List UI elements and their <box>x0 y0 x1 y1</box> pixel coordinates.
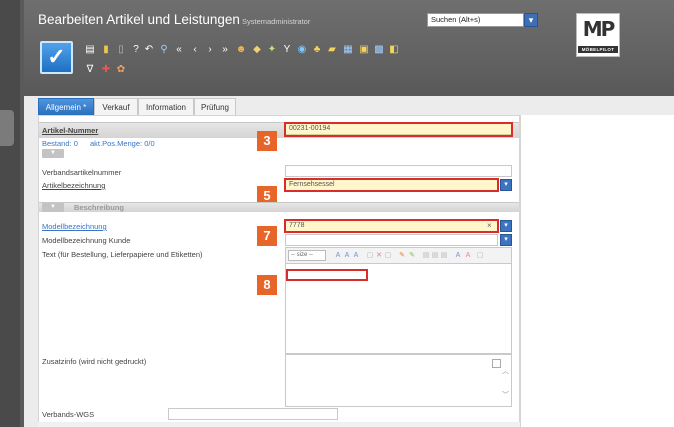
step-badge-8: 8 <box>257 275 277 295</box>
copy-icon[interactable]: ▢ <box>366 251 374 260</box>
highlight-icon[interactable]: ✎ <box>408 251 416 260</box>
flag-icon[interactable]: ✚ <box>100 64 112 76</box>
verbands-wgs-label: Verbands-WGS <box>42 410 95 419</box>
step-badge-7: 7 <box>257 226 277 246</box>
last-icon[interactable]: » <box>219 44 231 56</box>
bestand-text: Bestand: 0 <box>42 139 78 148</box>
bottom-strip <box>38 422 520 427</box>
font-a-bold-icon[interactable]: A <box>352 251 360 260</box>
collapse-toggle-icon[interactable]: ▼ <box>42 149 64 158</box>
logo-mark: MP <box>582 17 616 41</box>
beschreibung-section-label: Beschreibung <box>74 203 125 212</box>
text-color-icon[interactable]: A <box>454 251 462 260</box>
tab-information[interactable]: Information <box>138 98 194 115</box>
first-icon[interactable]: « <box>173 44 185 56</box>
filter-icon[interactable]: Y <box>281 44 293 56</box>
modellbezeichnung-lookup-button[interactable]: ▾ <box>500 220 512 232</box>
people-icon[interactable]: ☻ <box>235 44 247 56</box>
artikelbezeichnung-lookup-button[interactable]: ▾ <box>500 179 512 191</box>
save-button[interactable]: ✓ <box>40 41 73 74</box>
export-icon[interactable]: ◧ <box>388 44 400 56</box>
font-a-small-icon[interactable]: A <box>343 251 351 260</box>
globe-icon[interactable]: ◉ <box>296 44 308 56</box>
akt-pos-menge-text: akt.Pos.Menge: 0/0 <box>90 139 155 148</box>
zusatzinfo-label: Zusatzinfo (wird nicht gedruckt) <box>42 357 147 366</box>
verbandsartikelnummer-label: Verbandsartikelnummer <box>42 168 122 177</box>
modellbezeichnung-kunde-lookup-button[interactable]: ▾ <box>500 234 512 246</box>
settings-icon[interactable]: ✿ <box>115 64 127 76</box>
next-icon[interactable]: › <box>204 44 216 56</box>
tag-icon[interactable]: ◆ <box>251 44 263 56</box>
page-title: Bearbeiten Artikel und Leistungen <box>38 12 240 27</box>
bg-color-icon[interactable]: A <box>464 251 472 260</box>
search-input[interactable]: Suchen (Alt+s) <box>427 13 524 27</box>
funnel-icon[interactable]: ∇ <box>84 64 96 76</box>
zusatzinfo-field[interactable] <box>285 354 512 407</box>
help-icon[interactable]: ? <box>130 44 142 56</box>
verbands-wgs-field[interactable] <box>168 408 338 420</box>
artikel-nummer-label: Artikel-Nummer <box>42 126 99 135</box>
search-icon[interactable]: ⚲ <box>158 44 170 56</box>
folder-icon[interactable]: ▰ <box>326 44 338 56</box>
back-icon[interactable]: ↶ <box>143 44 155 56</box>
color-icon[interactable]: ✎ <box>398 251 406 260</box>
tab-verkauf[interactable]: Verkauf <box>94 98 138 115</box>
search-dropdown-button[interactable]: ▾ <box>524 13 538 27</box>
modellbezeichnung-kunde-label: Modellbezeichnung Kunde <box>42 236 131 245</box>
highlight-artikel-nummer <box>284 122 513 137</box>
grid-icon[interactable]: ▦ <box>342 44 354 56</box>
font-size-select[interactable]: -- size -- <box>288 250 326 261</box>
paste-icon[interactable]: ▢ <box>384 251 392 260</box>
list-icon[interactable]: ▤ <box>431 251 439 260</box>
logo-text: MÖBELPILOT <box>578 46 618 53</box>
trash-icon[interactable]: ▯ <box>115 44 127 56</box>
document-icon[interactable]: ▤ <box>84 44 96 56</box>
users-icon[interactable]: ♣ <box>311 44 323 56</box>
zusatzinfo-checkbox[interactable] <box>492 359 501 368</box>
text-label: Text (für Bestellung, Lieferpapiere und … <box>42 250 203 259</box>
font-a-icon[interactable]: A <box>334 251 342 260</box>
step-badge-3: 3 <box>257 131 277 151</box>
highlight-artikelbezeichnung <box>284 178 499 192</box>
tab-pruefung[interactable]: Prüfung <box>194 98 236 115</box>
highlight-text-editor <box>286 269 368 281</box>
cut-icon[interactable]: ✕ <box>375 251 383 260</box>
verbandsartikelnummer-field[interactable] <box>285 165 512 177</box>
indent-icon[interactable]: ▤ <box>440 251 448 260</box>
highlight-modellbezeichnung <box>284 219 499 233</box>
prev-icon[interactable]: ‹ <box>189 44 201 56</box>
modellbezeichnung-label: Modellbezeichnung <box>42 222 107 231</box>
left-sidebar <box>0 0 20 427</box>
zusatzinfo-scrollbar[interactable]: ︿ ﹀ <box>502 366 510 404</box>
bookmark-icon[interactable]: ▮ <box>100 44 112 56</box>
table-icon[interactable]: ▤ <box>422 251 430 260</box>
right-panel <box>520 115 674 427</box>
artikelbezeichnung-label: Artikelbezeichnung <box>42 181 106 190</box>
source-icon[interactable]: ▢ <box>476 251 484 260</box>
image-icon[interactable]: ▩ <box>373 44 385 56</box>
beschreibung-toggle-icon[interactable]: ▼ <box>42 203 64 212</box>
group-icon[interactable]: ✦ <box>266 44 278 56</box>
current-user: Systemadministrator <box>242 17 311 26</box>
print-icon[interactable]: ▣ <box>358 44 370 56</box>
sidebar-toggle[interactable] <box>0 110 14 146</box>
tab-allgemein[interactable]: Allgemein * <box>38 98 94 115</box>
modellbezeichnung-kunde-field[interactable] <box>285 234 498 246</box>
